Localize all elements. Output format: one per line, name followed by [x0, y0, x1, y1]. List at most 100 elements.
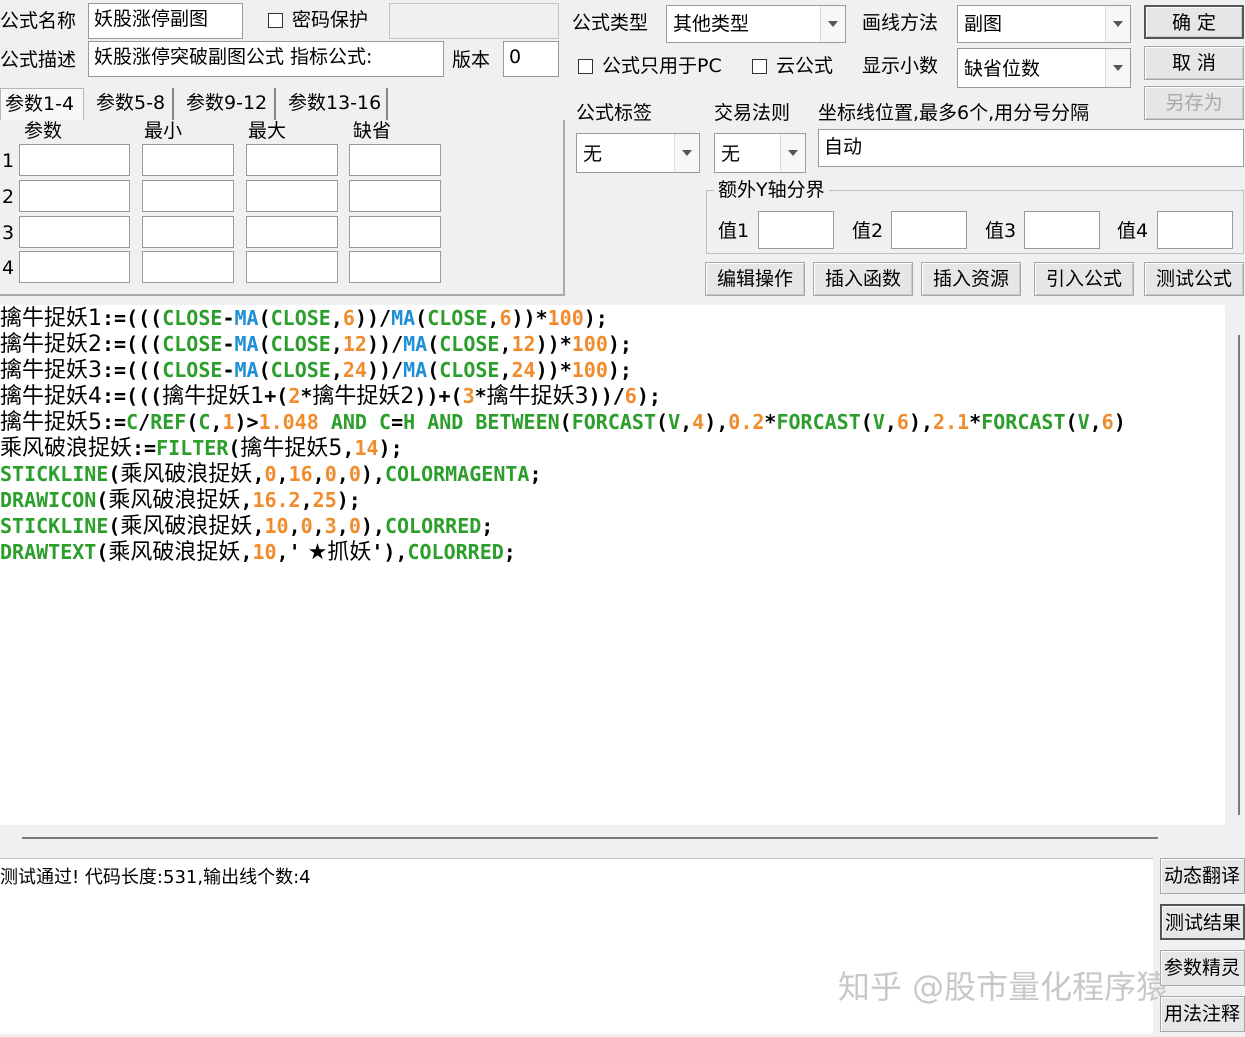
- import-formula-button[interactable]: 引入公式: [1034, 262, 1134, 296]
- y-value-2-input[interactable]: [891, 211, 967, 249]
- param-min-input[interactable]: [142, 216, 234, 248]
- code-token: ,: [330, 332, 343, 356]
- code-token: FILTER: [156, 436, 229, 460]
- code-token: ),: [908, 410, 934, 434]
- param-default-input[interactable]: [349, 144, 441, 176]
- code-token: ))*: [535, 358, 572, 382]
- code-token: 1.048: [258, 410, 319, 434]
- decimal-select[interactable]: 缺省位数: [957, 48, 1131, 88]
- param-default-input[interactable]: [349, 216, 441, 248]
- y-value-4-input[interactable]: [1157, 211, 1233, 249]
- formula-desc-input[interactable]: 妖股涨停突破副图公式 指标公式:: [88, 41, 444, 77]
- code-token: 16.2: [252, 488, 301, 512]
- ok-button[interactable]: 确 定: [1144, 5, 1244, 39]
- tab-params-5-8[interactable]: 参数5-8: [92, 88, 174, 120]
- code-token: (: [258, 306, 271, 330]
- param-default-input[interactable]: [349, 180, 441, 212]
- param-wizard-button[interactable]: 参数精灵: [1160, 950, 1245, 986]
- code-token: MA: [234, 358, 259, 382]
- test-result-message: 测试通过! 代码长度:531,输出线个数:4: [0, 867, 311, 888]
- code-token: 4: [692, 410, 705, 434]
- trade-rule-select[interactable]: 无: [714, 133, 806, 173]
- param-max-input[interactable]: [246, 216, 338, 248]
- code-editor[interactable]: 擒牛捉妖1:=(((CLOSE-MA(CLOSE,6))/MA(CLOSE,6)…: [0, 305, 1225, 825]
- draw-method-select[interactable]: 副图: [957, 5, 1131, 43]
- code-token: :=(((: [102, 306, 163, 330]
- code-token: ),: [360, 462, 385, 486]
- chevron-down-icon[interactable]: [820, 6, 845, 42]
- code-token: ,: [342, 436, 355, 460]
- param-row-number: 3: [2, 222, 15, 244]
- y-value-1-input[interactable]: [758, 211, 834, 249]
- chevron-down-icon[interactable]: [674, 134, 699, 172]
- formula-tag-select[interactable]: 无: [576, 133, 700, 173]
- param-name-input[interactable]: [19, 251, 130, 283]
- pc-only-checkbox-box[interactable]: [578, 59, 593, 74]
- tab-params-1-4[interactable]: 参数1-4: [0, 88, 84, 120]
- code-token: 12: [342, 332, 367, 356]
- y-value-2-label: 值2: [852, 220, 884, 242]
- dynamic-translate-button[interactable]: 动态翻译: [1160, 858, 1245, 894]
- param-default-input[interactable]: [349, 251, 441, 283]
- chevron-down-icon[interactable]: [1105, 6, 1130, 42]
- formula-name-input[interactable]: 妖股涨停副图: [88, 3, 243, 39]
- insert-resource-button[interactable]: 插入资源: [921, 262, 1021, 296]
- chevron-down-icon[interactable]: [780, 134, 805, 172]
- code-token: COLORMAGENTA: [384, 462, 530, 486]
- code-token: (: [1065, 410, 1078, 434]
- param-max-input[interactable]: [246, 251, 338, 283]
- code-token: MA: [391, 306, 416, 330]
- test-formula-button[interactable]: 测试公式: [1144, 262, 1244, 296]
- coord-line-input[interactable]: 自动: [818, 129, 1244, 167]
- param-min-input[interactable]: [142, 180, 234, 212]
- cloud-formula-checkbox[interactable]: 云公式: [752, 57, 833, 76]
- formula-type-value: 其他类型: [673, 13, 750, 35]
- formula-name-label: 公式名称: [0, 10, 77, 32]
- code-token: STICKLINE: [0, 462, 109, 486]
- param-min-input[interactable]: [142, 144, 234, 176]
- code-token: 12: [511, 332, 536, 356]
- test-result-button[interactable]: 测试结果: [1160, 904, 1245, 940]
- version-input[interactable]: 0: [503, 41, 559, 77]
- password-protect-label: 密码保护: [292, 9, 369, 31]
- y-value-4-label: 值4: [1117, 220, 1149, 242]
- code-token: (: [258, 332, 271, 356]
- usage-notes-button[interactable]: 用法注释: [1160, 996, 1245, 1032]
- editor-vertical-scrollbar[interactable]: [1225, 305, 1245, 825]
- y-value-3-label: 值3: [985, 220, 1017, 242]
- params-panel: 参数 最小 最大 缺省 1 2 3 4: [0, 120, 565, 296]
- code-token: 擒牛捉妖3: [0, 358, 102, 383]
- param-name-input[interactable]: [19, 180, 130, 212]
- pc-only-checkbox[interactable]: 公式只用于PC: [578, 57, 722, 76]
- code-token: COLORRED: [407, 540, 504, 564]
- code-line: 擒牛捉妖2:=(((CLOSE-MA(CLOSE,12))/MA(CLOSE,1…: [0, 331, 632, 357]
- param-min-input[interactable]: [142, 251, 234, 283]
- password-protect-checkbox[interactable]: 密码保护: [268, 11, 368, 30]
- code-token: );: [607, 358, 632, 382]
- param-max-input[interactable]: [246, 180, 338, 212]
- edit-operation-button[interactable]: 编辑操作: [705, 262, 805, 296]
- tab-params-13-16[interactable]: 参数13-16: [284, 88, 388, 120]
- password-checkbox-box[interactable]: [268, 13, 283, 28]
- save-as-button: 另存为: [1144, 86, 1244, 120]
- chevron-down-icon[interactable]: [1105, 49, 1130, 87]
- code-token: );: [583, 306, 608, 330]
- y-value-3-input[interactable]: [1024, 211, 1100, 249]
- cloud-checkbox-box[interactable]: [752, 59, 767, 74]
- code-token: =: [391, 410, 404, 434]
- tab-params-9-12[interactable]: 参数9-12: [182, 88, 276, 120]
- formula-type-select[interactable]: 其他类型: [666, 5, 846, 43]
- y-axis-group-label: 额外Y轴分界: [714, 181, 829, 200]
- code-token: :=(((: [102, 358, 163, 382]
- param-max-input[interactable]: [246, 144, 338, 176]
- code-token: MA: [234, 306, 259, 330]
- param-name-input[interactable]: [19, 216, 130, 248]
- code-token: );: [378, 436, 403, 460]
- insert-function-button[interactable]: 插入函数: [813, 262, 913, 296]
- editor-horizontal-scrollbar[interactable]: [0, 825, 1245, 855]
- trade-rule-value: 无: [721, 143, 741, 165]
- param-name-input[interactable]: [19, 144, 130, 176]
- cancel-button[interactable]: 取 消: [1144, 46, 1244, 80]
- code-token: 6: [342, 306, 355, 330]
- cloud-formula-label: 云公式: [776, 55, 834, 77]
